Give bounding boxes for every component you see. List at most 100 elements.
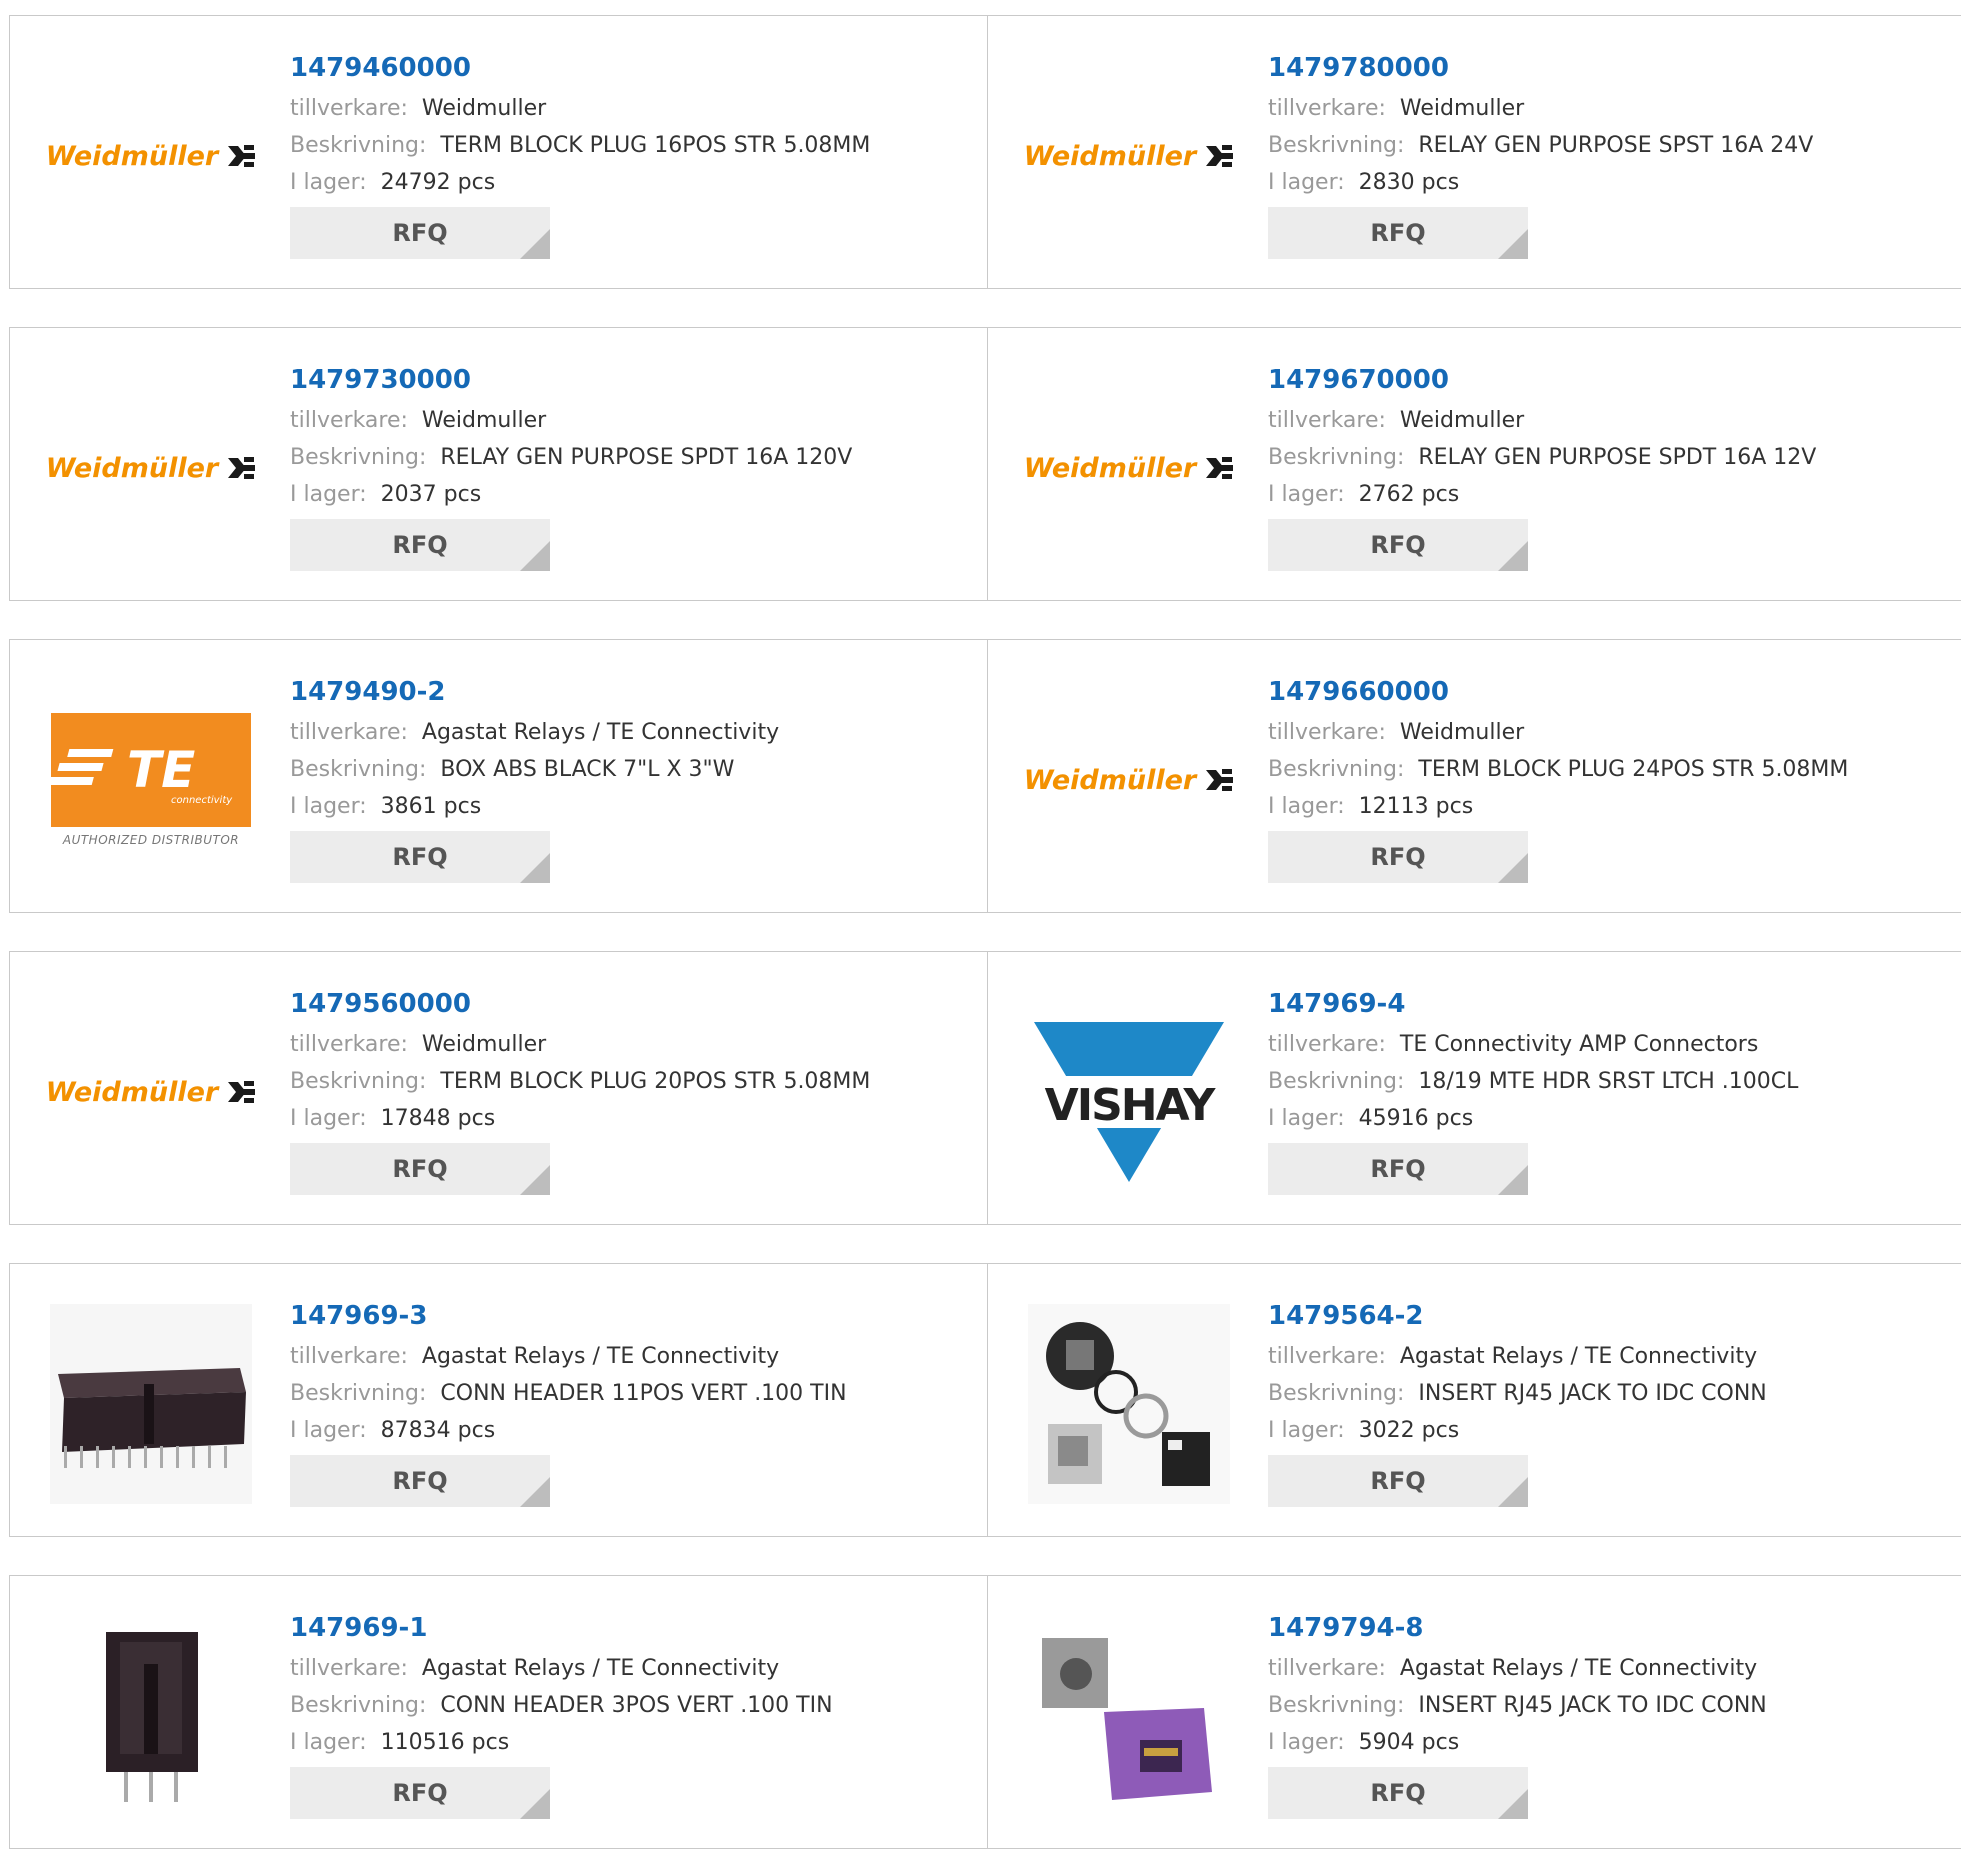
- te-connectivity-logo: TE connectivity AUTHORIZED DISTRIBUTOR: [47, 713, 251, 847]
- rfq-corner-decoration: [1498, 853, 1528, 883]
- rfq-button[interactable]: RFQ: [290, 831, 550, 883]
- rfq-button[interactable]: RFQ: [290, 1455, 550, 1507]
- manufacturer-value: Weidmuller: [421, 96, 547, 121]
- rfq-button-label: RFQ: [392, 843, 448, 871]
- description-line: Beskrivning: TERM BLOCK PLUG 20POS STR 5.…: [290, 1063, 870, 1100]
- svg-text:TE: TE: [127, 741, 195, 799]
- stock-value: 45916 pcs: [1358, 1106, 1474, 1131]
- manufacturer-line: tillverkare: Weidmuller: [290, 1026, 870, 1063]
- rfq-button-label: RFQ: [1370, 1155, 1426, 1183]
- description-value: BOX ABS BLACK 7"L X 3"W: [440, 757, 735, 782]
- weidmuller-logo: Weidmüller: [46, 453, 256, 484]
- rfq-button[interactable]: RFQ: [1268, 1455, 1528, 1507]
- weidmuller-logo-text: Weidmüller: [1023, 764, 1197, 796]
- rfq-button[interactable]: RFQ: [290, 1143, 550, 1195]
- manufacturer-line: tillverkare: Agastat Relays / TE Connecti…: [290, 714, 779, 751]
- product-image: Weidmüller: [46, 992, 256, 1192]
- part-number-link[interactable]: 1479490-2: [290, 670, 779, 714]
- stock-line: I lager: 3022 pcs: [1268, 1412, 1767, 1449]
- product-info: 1479560000 tillverkare: Weidmuller Beskrivn…: [290, 982, 870, 1195]
- description-value: RELAY GEN PURPOSE SPST 16A 24V: [1418, 133, 1814, 158]
- product-row: 147969-1 tillverkare: Agastat Relays / TE …: [9, 1575, 1961, 1849]
- description-line: Beskrivning: TERM BLOCK PLUG 16POS STR 5.…: [290, 127, 870, 164]
- rfq-button[interactable]: RFQ: [1268, 1767, 1528, 1819]
- stock-label: I lager:: [290, 170, 367, 195]
- manufacturer-label: tillverkare:: [1268, 408, 1386, 433]
- manufacturer-line: tillverkare: Weidmuller: [290, 402, 852, 439]
- rfq-button-label: RFQ: [392, 1155, 448, 1183]
- stock-label: I lager:: [1268, 1730, 1345, 1755]
- product-card: 147969-3 tillverkare: Agastat Relays / TE …: [9, 1264, 987, 1536]
- stock-label: I lager:: [290, 794, 367, 819]
- rfq-button[interactable]: RFQ: [290, 1767, 550, 1819]
- rfq-button-label: RFQ: [392, 1779, 448, 1807]
- manufacturer-line: tillverkare: Weidmuller: [1268, 90, 1813, 127]
- stock-value: 2037 pcs: [380, 482, 482, 507]
- description-value: TERM BLOCK PLUG 24POS STR 5.08MM: [1418, 757, 1849, 782]
- product-card: VISHAY 147969-4 tillverkare: TE Connectivit…: [987, 952, 1961, 1224]
- product-image: [50, 1616, 252, 1816]
- rfq-corner-decoration: [1498, 229, 1528, 259]
- part-number-link[interactable]: 1479730000: [290, 358, 852, 402]
- product-info: 1479794-8 tillverkare: Agastat Relays / TE…: [1268, 1606, 1767, 1819]
- manufacturer-label: tillverkare:: [1268, 96, 1386, 121]
- manufacturer-value: Weidmuller: [1399, 96, 1525, 121]
- rfq-button[interactable]: RFQ: [1268, 519, 1528, 571]
- weidmuller-logo: Weidmüller: [46, 1077, 256, 1108]
- product-row: 147969-3 tillverkare: Agastat Relays / TE …: [9, 1263, 1961, 1537]
- part-number-link[interactable]: 1479670000: [1268, 358, 1816, 402]
- part-number-link[interactable]: 147969-1: [290, 1606, 833, 1650]
- product-info: 147969-1 tillverkare: Agastat Relays / TE …: [290, 1606, 833, 1819]
- manufacturer-value: Weidmuller: [421, 1032, 547, 1057]
- part-number-link[interactable]: 1479564-2: [1268, 1294, 1767, 1338]
- te-sub-text: connectivity: [171, 795, 233, 806]
- part-number-link[interactable]: 1479794-8: [1268, 1606, 1767, 1650]
- manufacturer-value: Weidmuller: [421, 408, 547, 433]
- rfq-corner-decoration: [520, 853, 550, 883]
- rfq-button[interactable]: RFQ: [1268, 1143, 1528, 1195]
- description-line: Beskrivning: CONN HEADER 3POS VERT .100 T…: [290, 1687, 833, 1724]
- stock-value: 3022 pcs: [1358, 1418, 1460, 1443]
- manufacturer-line: tillverkare: Agastat Relays / TE Connecti…: [290, 1650, 833, 1687]
- header-3pos-image: [50, 1616, 252, 1816]
- stock-value: 5904 pcs: [1358, 1730, 1460, 1755]
- rfq-button[interactable]: RFQ: [290, 519, 550, 571]
- manufacturer-label: tillverkare:: [290, 720, 408, 745]
- manufacturer-line: tillverkare: Agastat Relays / TE Connecti…: [1268, 1650, 1767, 1687]
- description-line: Beskrivning: 18/19 MTE HDR SRST LTCH .100…: [1268, 1063, 1798, 1100]
- rj45-purple-jack-image: [1028, 1616, 1230, 1816]
- manufacturer-value: TE Connectivity AMP Connectors: [1399, 1032, 1759, 1057]
- manufacturer-line: tillverkare: Weidmuller: [1268, 402, 1816, 439]
- weidmuller-symbol-icon: [1206, 145, 1234, 167]
- manufacturer-value: Weidmuller: [1399, 720, 1525, 745]
- manufacturer-value: Weidmuller: [1399, 408, 1525, 433]
- product-card: Weidmüller 1479730000 tillverkare: Weidmull…: [9, 328, 987, 600]
- rfq-button[interactable]: RFQ: [1268, 207, 1528, 259]
- stock-value: 24792 pcs: [380, 170, 496, 195]
- rfq-button[interactable]: RFQ: [290, 207, 550, 259]
- description-value: INSERT RJ45 JACK TO IDC CONN: [1418, 1693, 1767, 1718]
- manufacturer-line: tillverkare: Weidmuller: [1268, 714, 1848, 751]
- part-number-link[interactable]: 147969-3: [290, 1294, 847, 1338]
- stock-line: I lager: 3861 pcs: [290, 788, 779, 825]
- part-number-link[interactable]: 1479780000: [1268, 46, 1813, 90]
- rfq-corner-decoration: [520, 541, 550, 571]
- part-number-link[interactable]: 147969-4: [1268, 982, 1798, 1026]
- description-line: Beskrivning: TERM BLOCK PLUG 24POS STR 5.…: [1268, 751, 1848, 788]
- manufacturer-label: tillverkare:: [1268, 1032, 1386, 1057]
- product-card: 147969-1 tillverkare: Agastat Relays / TE …: [9, 1576, 987, 1848]
- part-number-link[interactable]: 1479460000: [290, 46, 870, 90]
- stock-line: I lager: 110516 pcs: [290, 1724, 833, 1761]
- stock-line: I lager: 12113 pcs: [1268, 788, 1848, 825]
- rfq-corner-decoration: [1498, 1789, 1528, 1819]
- part-number-link[interactable]: 1479560000: [290, 982, 870, 1026]
- part-number-link[interactable]: 1479660000: [1268, 670, 1848, 714]
- rfq-button[interactable]: RFQ: [1268, 831, 1528, 883]
- product-image: Weidmüller: [46, 56, 256, 256]
- description-label: Beskrivning:: [290, 445, 427, 470]
- stock-line: I lager: 5904 pcs: [1268, 1724, 1767, 1761]
- description-line: Beskrivning: INSERT RJ45 JACK TO IDC CONN: [1268, 1687, 1767, 1724]
- manufacturer-line: tillverkare: Agastat Relays / TE Connecti…: [290, 1338, 847, 1375]
- stock-label: I lager:: [1268, 794, 1345, 819]
- rfq-button-label: RFQ: [1370, 1779, 1426, 1807]
